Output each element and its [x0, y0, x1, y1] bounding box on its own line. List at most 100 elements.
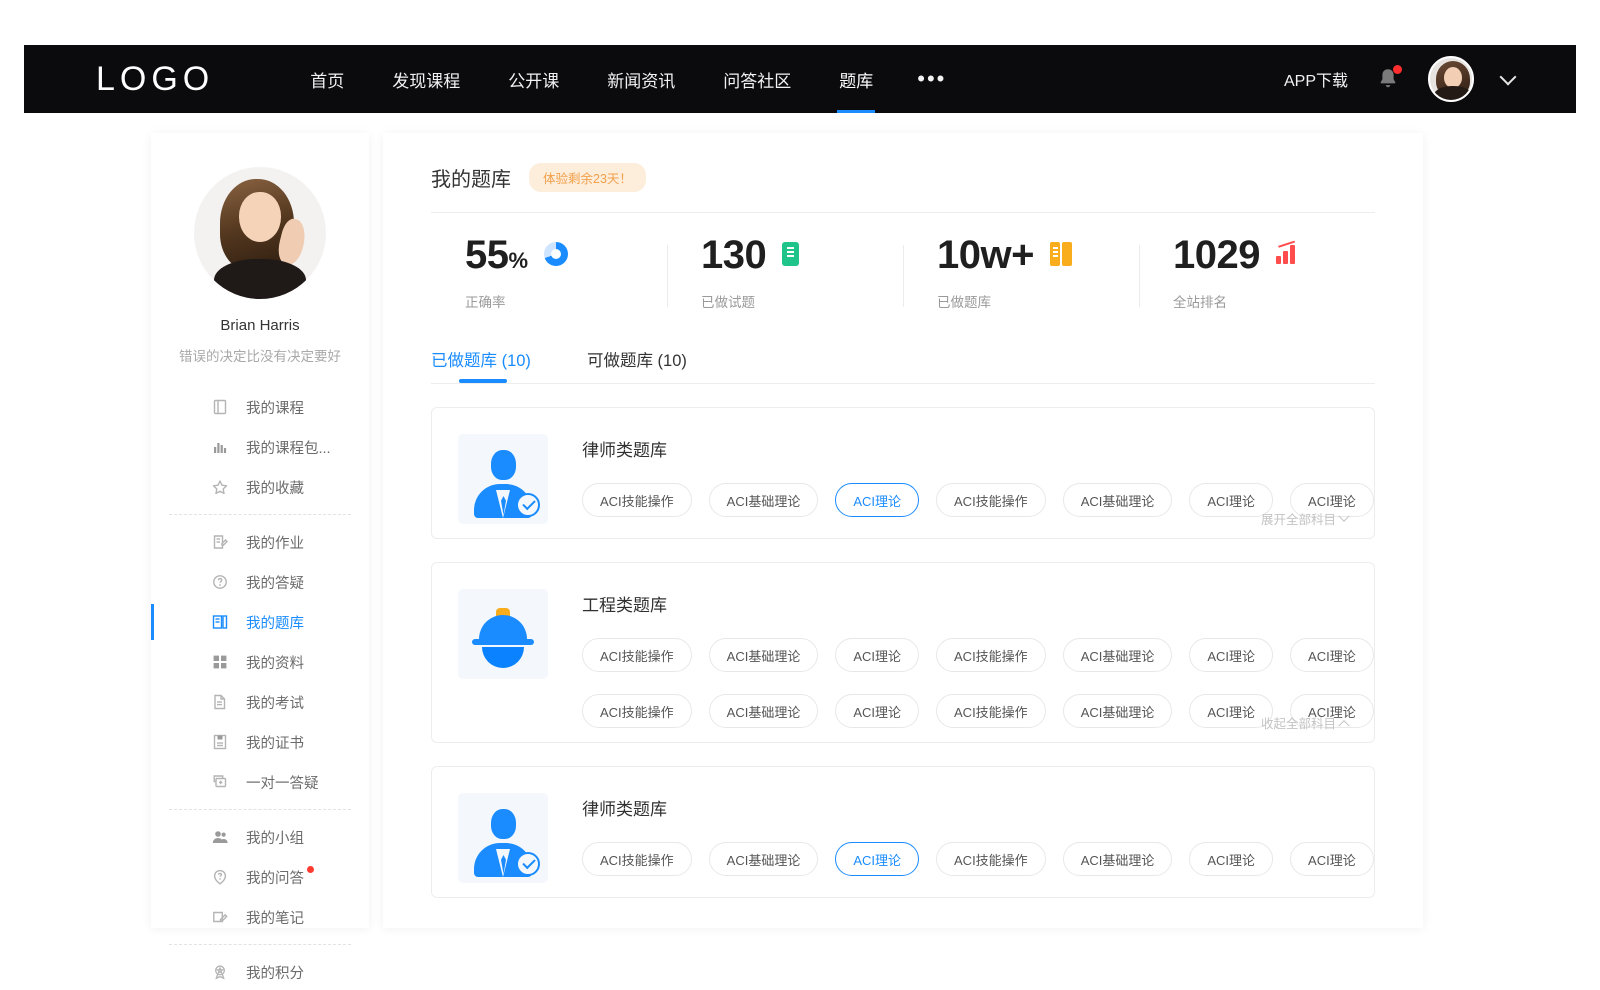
- subject-tag[interactable]: ACI技能操作: [582, 483, 692, 517]
- sidebar-divider: [169, 514, 351, 515]
- lawyer-badge-icon: [458, 793, 548, 883]
- sidebar-item-label: 我的资料: [246, 652, 304, 673]
- subject-tag[interactable]: ACI技能操作: [936, 694, 1046, 728]
- sidebar-divider: [169, 944, 351, 945]
- sidebar-item-label: 我的证书: [246, 732, 304, 753]
- subject-tag[interactable]: ACI理论: [835, 842, 919, 876]
- donut-chart-icon: [544, 242, 570, 268]
- card-body: 律师类题库ACI技能操作ACI基础理论ACI理论ACI技能操作ACI基础理论AC…: [548, 434, 1374, 524]
- user-avatar[interactable]: [1428, 56, 1474, 102]
- tag-row: ACI技能操作 ACI基础理论 ACI理论 ACI技能操作 ACI基础理论 ACI理论 AC…: [582, 842, 1374, 876]
- nav-item-1[interactable]: 发现课程: [368, 45, 484, 113]
- app-download-link[interactable]: APP下载: [1284, 67, 1348, 91]
- subject-tag[interactable]: ACI理论: [1290, 638, 1374, 672]
- stat-value: 130: [701, 235, 766, 275]
- subject-tag[interactable]: ACI技能操作: [582, 638, 692, 672]
- question-bank-card[interactable]: 律师类题库ACI技能操作ACI基础理论ACI理论ACI技能操作ACI基础理论AC…: [431, 766, 1375, 898]
- sidebar-item-1[interactable]: 我的课程包...: [151, 427, 369, 467]
- nav-more-button[interactable]: •••: [897, 45, 966, 113]
- sidebar-item-8[interactable]: 我的证书: [151, 722, 369, 762]
- site-logo[interactable]: LOGO: [96, 60, 214, 99]
- expand-subjects-toggle[interactable]: 收起全部科目: [1261, 713, 1348, 732]
- subject-tag[interactable]: ACI基础理论: [709, 483, 819, 517]
- medal-icon: [211, 963, 229, 981]
- stat-3: 1029全站排名: [1139, 235, 1375, 311]
- subject-tag[interactable]: ACI理论: [1189, 638, 1273, 672]
- sidebar-item-3[interactable]: 我的作业: [151, 522, 369, 562]
- sidebar-item-12[interactable]: 我的笔记: [151, 897, 369, 937]
- question-bank-card[interactable]: 律师类题库ACI技能操作ACI基础理论ACI理论ACI技能操作ACI基础理论AC…: [431, 407, 1375, 539]
- sidebar-item-9[interactable]: 一对一答疑: [151, 762, 369, 802]
- subject-tag[interactable]: ACI基础理论: [1063, 842, 1173, 876]
- profile-body: [214, 259, 306, 299]
- qa-pin-icon: [211, 868, 229, 886]
- sidebar-item-6[interactable]: 我的资料: [151, 642, 369, 682]
- stat-0: 55%正确率: [431, 235, 667, 311]
- subject-tag[interactable]: ACI基础理论: [709, 694, 819, 728]
- exam-paper-icon: [211, 693, 229, 711]
- tag-row: ACI技能操作ACI基础理论ACI理论ACI技能操作ACI基础理论ACI理论AC…: [582, 483, 1374, 517]
- subject-tag[interactable]: ACI技能操作: [936, 483, 1046, 517]
- subject-tag[interactable]: ACI基础理论: [1063, 638, 1173, 672]
- nav-item-0[interactable]: 首页: [286, 45, 368, 113]
- sidebar-item-4[interactable]: 我的答疑: [151, 562, 369, 602]
- sidebar-item-0[interactable]: 我的课程: [151, 387, 369, 427]
- nav-item-2[interactable]: 公开课: [484, 45, 583, 113]
- expand-subjects-toggle[interactable]: 展开全部科目: [1261, 509, 1348, 528]
- sidebar-item-label: 我的题库: [246, 612, 304, 633]
- avatar-body: [1434, 86, 1472, 102]
- subject-tag[interactable]: ACI基础理论: [709, 842, 819, 876]
- stat-label: 正确率: [465, 291, 667, 311]
- nav-item-4[interactable]: 问答社区: [699, 45, 815, 113]
- card-title: 律师类题库: [582, 436, 1374, 461]
- sidebar-item-10[interactable]: 我的小组: [151, 817, 369, 857]
- sidebar-item-2[interactable]: 我的收藏: [151, 467, 369, 507]
- question-bank-list: 律师类题库ACI技能操作ACI基础理论ACI理论ACI技能操作ACI基础理论AC…: [383, 407, 1423, 898]
- tag-row: ACI技能操作 ACI基础理论 ACI理论 ACI技能操作 ACI基础理论 ACI理论 AC…: [582, 638, 1374, 672]
- tab-1[interactable]: 可做题库 (10): [587, 347, 687, 383]
- stat-2: 10w+已做题库: [903, 235, 1139, 311]
- card-title: 律师类题库: [582, 795, 1374, 820]
- subject-tag[interactable]: ACI理论: [835, 638, 919, 672]
- subject-tag[interactable]: ACI技能操作: [936, 638, 1046, 672]
- sidebar-item-5[interactable]: 我的题库: [151, 602, 369, 642]
- subject-tag[interactable]: ACI理论: [1290, 842, 1374, 876]
- card-body: 工程类题库ACI技能操作ACI基础理论ACI理论ACI技能操作ACI基础理论AC…: [548, 589, 1374, 728]
- subject-tag[interactable]: ACI技能操作: [582, 842, 692, 876]
- header-divider: [431, 212, 1375, 213]
- subject-tag[interactable]: ACI理论: [835, 694, 919, 728]
- subject-tag[interactable]: ACI基础理论: [1063, 483, 1173, 517]
- profile-avatar[interactable]: [194, 167, 326, 299]
- orange-book-icon: [1050, 242, 1076, 268]
- subject-tag[interactable]: ACI技能操作: [582, 694, 692, 728]
- sidebar-item-11[interactable]: 我的问答: [151, 857, 369, 897]
- stat-label: 已做试题: [701, 291, 903, 311]
- chevron-down-icon[interactable]: [1500, 68, 1517, 85]
- stat-value: 1029: [1173, 235, 1260, 275]
- subject-tag[interactable]: ACI理论: [1189, 842, 1273, 876]
- subject-tag[interactable]: ACI理论: [835, 483, 919, 517]
- avatar-image: [1428, 56, 1474, 102]
- bar-chart-icon: [211, 438, 229, 456]
- subject-tag[interactable]: ACI技能操作: [936, 842, 1046, 876]
- sidebar-item-13[interactable]: 我的积分: [151, 952, 369, 990]
- certificate-icon: [211, 733, 229, 751]
- chevron-down-icon: [1338, 510, 1349, 521]
- sidebar-item-label: 我的笔记: [246, 907, 304, 928]
- subject-tag[interactable]: ACI基础理论: [709, 638, 819, 672]
- page-title: 我的题库: [431, 163, 511, 192]
- nav-item-5[interactable]: 题库: [815, 45, 897, 113]
- tab-0[interactable]: 已做题库 (10): [431, 347, 531, 383]
- stat-top: 1029: [1173, 235, 1375, 275]
- sidebar-item-label: 我的小组: [246, 827, 304, 848]
- sidebar-item-label: 一对一答疑: [246, 772, 319, 793]
- sidebar-item-7[interactable]: 我的考试: [151, 682, 369, 722]
- main-nav: 首页发现课程公开课新闻资讯问答社区题库: [286, 45, 897, 113]
- notification-bell-icon[interactable]: [1376, 66, 1400, 92]
- card-title: 工程类题库: [582, 591, 1374, 616]
- hard-hat-icon: [458, 589, 548, 679]
- nav-item-3[interactable]: 新闻资讯: [583, 45, 699, 113]
- main-header: 我的题库 体验剩余23天！: [383, 133, 1423, 192]
- subject-tag[interactable]: ACI基础理论: [1063, 694, 1173, 728]
- question-bank-card[interactable]: 工程类题库ACI技能操作ACI基础理论ACI理论ACI技能操作ACI基础理论AC…: [431, 562, 1375, 743]
